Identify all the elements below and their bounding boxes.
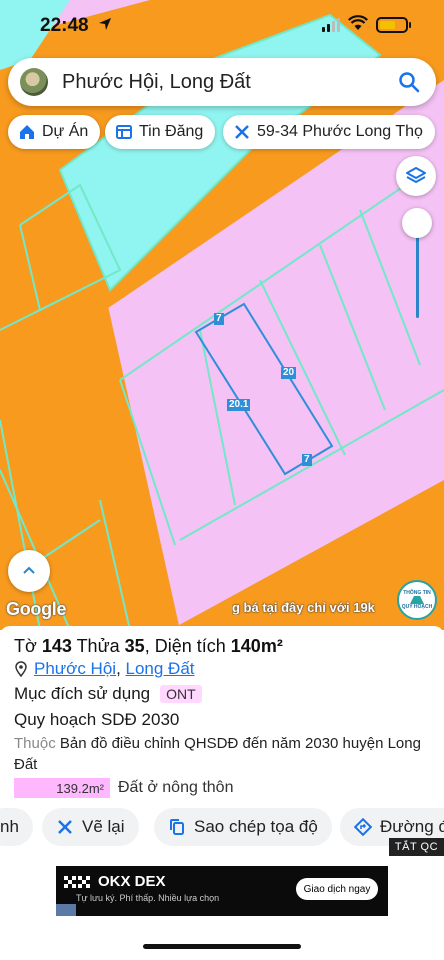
- zone-area: 139.2m²: [14, 778, 110, 798]
- dimension-label-right: 20: [281, 367, 297, 379]
- sheet-label: Tờ: [14, 636, 37, 656]
- layers-icon: [406, 167, 426, 183]
- ad-title: OKX DEX: [98, 873, 166, 890]
- home-indicator: [143, 944, 301, 949]
- cellular-signal-icon: [322, 18, 340, 32]
- slider-knob[interactable]: [402, 208, 432, 238]
- action-row: nh Vẽ lại Sao chép tọa độ Đường đi: [0, 808, 444, 846]
- ruler-icon: [58, 820, 72, 834]
- parcel-area: 140m²: [230, 636, 283, 656]
- chip-tin-dang-label: Tin Đăng: [139, 123, 204, 140]
- ad-subtitle: Tự lưu ký. Phí thấp. Nhiều lựa chọn: [76, 893, 220, 903]
- lot-number: 35: [124, 636, 145, 656]
- chip-du-an-label: Dự Án: [42, 123, 89, 140]
- chip-tin-dang[interactable]: Tin Đăng: [105, 115, 216, 149]
- area-label: Diện tích: [154, 636, 226, 656]
- belongs-label: Thuộc: [14, 735, 56, 752]
- district-link[interactable]: Long Đất: [126, 659, 195, 679]
- belongs-text: Bản đồ điều chỉnh QHSDĐ đến năm 2030 huy…: [14, 735, 421, 773]
- zone-name: Đất ở nông thôn: [118, 779, 234, 796]
- status-time: 22:48: [40, 15, 89, 36]
- parcel-summary: Tờ 143 Thửa 35, Diện tích 140m²: [14, 636, 283, 656]
- ad-cta-button[interactable]: Giao dịch ngay: [296, 878, 378, 900]
- lot-label: Thửa: [76, 636, 120, 656]
- redraw-button[interactable]: Vẽ lại: [42, 808, 139, 846]
- partial-action-label: nh: [0, 817, 19, 836]
- ad-banner[interactable]: OKX DEX Tự lưu ký. Phí thấp. Nhiều lựa c…: [56, 866, 388, 916]
- copy-icon: [170, 819, 184, 835]
- partial-action-button[interactable]: nh: [0, 808, 33, 846]
- expand-panel-button[interactable]: [8, 550, 50, 592]
- purpose-code-tag: ONT: [160, 685, 202, 703]
- wifi-icon: [348, 15, 368, 30]
- chip-measurement-label: 59-34 Phước Long Thọ: [257, 123, 423, 140]
- purpose-label: Mục đích sử dụng: [14, 684, 151, 703]
- dimension-label-left: 20.1: [227, 399, 251, 411]
- chevron-up-icon: [23, 566, 35, 574]
- redraw-label: Vẽ lại: [82, 817, 125, 836]
- copy-coordinates-button[interactable]: Sao chép tọa độ: [154, 808, 332, 846]
- ad-ticker-text[interactable]: g bá tại đây chỉ với 19k: [232, 600, 394, 615]
- avatar[interactable]: [20, 68, 48, 96]
- plan-source: Thuộc Bản đồ điều chỉnh QHSDĐ đến năm 20…: [14, 733, 424, 775]
- close-ad-button[interactable]: TẮT QC: [389, 838, 444, 856]
- copy-coordinates-label: Sao chép tọa độ: [194, 817, 318, 836]
- location-arrow-icon: [99, 18, 111, 30]
- chip-du-an[interactable]: Dự Án: [8, 115, 101, 149]
- location-pin-icon: [15, 661, 27, 677]
- zone-row: 139.2m² Đất ở nông thôn: [14, 778, 233, 798]
- house-icon: [20, 125, 34, 139]
- okx-logo-icon: [64, 876, 90, 888]
- ruler-icon: [235, 125, 249, 139]
- badge-line-2: QUY HOẠCH: [401, 604, 433, 610]
- ward-link[interactable]: Phước Hội: [34, 659, 116, 679]
- land-use-purpose: Mục đích sử dụng ONT: [14, 684, 202, 704]
- layers-button[interactable]: [396, 156, 436, 196]
- directions-label: Đường đi: [380, 817, 444, 836]
- plan-title: Quy hoạch SDĐ 2030: [14, 710, 180, 729]
- google-logo: Google: [6, 599, 67, 619]
- sheet-number: 143: [41, 636, 72, 656]
- map-fold-icon: [410, 596, 424, 604]
- status-bar: 22:48: [0, 0, 444, 52]
- ad-info-icon[interactable]: [56, 904, 76, 916]
- dimension-label-top: 7: [214, 313, 224, 325]
- search-bar[interactable]: Phước Hội, Long Đất: [8, 58, 436, 106]
- battery-icon: [376, 17, 411, 33]
- search-input[interactable]: Phước Hội, Long Đất: [62, 71, 398, 94]
- chip-measurement[interactable]: 59-34 Phước Long Thọ: [223, 115, 435, 149]
- search-icon[interactable]: [398, 71, 420, 93]
- listing-icon: [116, 125, 132, 139]
- parcel-address: Phước Hội, Long Đất: [14, 659, 195, 679]
- dimension-label-bottom: 7: [302, 454, 312, 466]
- opacity-slider[interactable]: [402, 208, 432, 318]
- planning-info-badge[interactable]: THÔNG TIN QUY HOẠCH: [397, 580, 437, 620]
- directions-icon: [354, 818, 372, 836]
- parcel-info-panel: Tờ 143 Thửa 35, Diện tích 140m² Phước Hộ…: [0, 626, 444, 960]
